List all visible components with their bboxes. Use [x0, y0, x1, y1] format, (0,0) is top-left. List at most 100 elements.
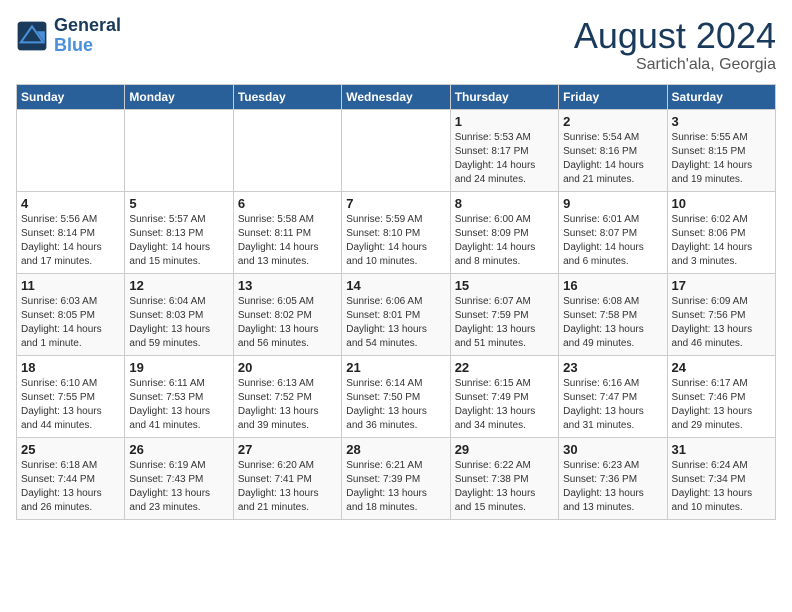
calendar-cell: 20Sunrise: 6:13 AM Sunset: 7:52 PM Dayli… — [233, 355, 341, 437]
day-info: Sunrise: 6:19 AM Sunset: 7:43 PM Dayligh… — [129, 459, 228, 515]
day-number: 21 — [346, 360, 445, 375]
day-info: Sunrise: 5:53 AM Sunset: 8:17 PM Dayligh… — [455, 131, 554, 187]
day-info: Sunrise: 6:14 AM Sunset: 7:50 PM Dayligh… — [346, 377, 445, 433]
calendar-body: 1 Sunrise: 5:53 AM Sunset: 8:17 PM Daylig… — [17, 109, 776, 519]
day-info: Sunrise: 5:54 AM Sunset: 8:16 PM Dayligh… — [563, 131, 662, 187]
calendar-cell: 26 Sunrise: 6:19 AM Sunset: 7:43 PM Dayli… — [125, 437, 233, 519]
calendar-week-3: 11Sunrise: 6:03 AM Sunset: 8:05 PM Dayli… — [17, 273, 776, 355]
calendar-cell: 18Sunrise: 6:10 AM Sunset: 7:55 PM Dayli… — [17, 355, 125, 437]
calendar-cell — [233, 109, 341, 191]
weekday-row: SundayMondayTuesdayWednesdayThursdayFrid… — [17, 84, 776, 109]
calendar-cell: 5 Sunrise: 5:57 AM Sunset: 8:13 PM Daylig… — [125, 191, 233, 273]
day-number: 23 — [563, 360, 662, 375]
day-info: Sunrise: 6:09 AM Sunset: 7:56 PM Dayligh… — [672, 295, 771, 351]
day-number: 27 — [238, 442, 337, 457]
calendar-cell: 12 Sunrise: 6:04 AM Sunset: 8:03 PM Dayli… — [125, 273, 233, 355]
day-info: Sunrise: 6:24 AM Sunset: 7:34 PM Dayligh… — [672, 459, 771, 515]
calendar-header: SundayMondayTuesdayWednesdayThursdayFrid… — [17, 84, 776, 109]
day-number: 29 — [455, 442, 554, 457]
day-number: 9 — [563, 196, 662, 211]
day-info: Sunrise: 5:56 AM Sunset: 8:14 PM Dayligh… — [21, 213, 120, 269]
day-info: Sunrise: 6:18 AM Sunset: 7:44 PM Dayligh… — [21, 459, 120, 515]
calendar-cell: 15 Sunrise: 6:07 AM Sunset: 7:59 PM Dayli… — [450, 273, 558, 355]
day-number: 17 — [672, 278, 771, 293]
calendar-cell: 16 Sunrise: 6:08 AM Sunset: 7:58 PM Dayli… — [559, 273, 667, 355]
calendar-cell: 6 Sunrise: 5:58 AM Sunset: 8:11 PM Daylig… — [233, 191, 341, 273]
calendar-cell: 27 Sunrise: 6:20 AM Sunset: 7:41 PM Dayli… — [233, 437, 341, 519]
weekday-header-friday: Friday — [559, 84, 667, 109]
day-info: Sunrise: 5:57 AM Sunset: 8:13 PM Dayligh… — [129, 213, 228, 269]
day-number: 22 — [455, 360, 554, 375]
day-number: 12 — [129, 278, 228, 293]
calendar-cell: 1 Sunrise: 5:53 AM Sunset: 8:17 PM Daylig… — [450, 109, 558, 191]
day-info: Sunrise: 6:02 AM Sunset: 8:06 PM Dayligh… — [672, 213, 771, 269]
day-info: Sunrise: 6:00 AM Sunset: 8:09 PM Dayligh… — [455, 213, 554, 269]
calendar-cell — [17, 109, 125, 191]
calendar-cell — [125, 109, 233, 191]
day-info: Sunrise: 6:10 AM Sunset: 7:55 PM Dayligh… — [21, 377, 120, 433]
day-info: Sunrise: 6:08 AM Sunset: 7:58 PM Dayligh… — [563, 295, 662, 351]
day-number: 16 — [563, 278, 662, 293]
calendar-cell: 24 Sunrise: 6:17 AM Sunset: 7:46 PM Dayli… — [667, 355, 775, 437]
calendar-week-5: 25Sunrise: 6:18 AM Sunset: 7:44 PM Dayli… — [17, 437, 776, 519]
day-info: Sunrise: 6:17 AM Sunset: 7:46 PM Dayligh… — [672, 377, 771, 433]
logo: General Blue — [16, 16, 121, 56]
calendar-table: SundayMondayTuesdayWednesdayThursdayFrid… — [16, 84, 776, 520]
calendar-cell: 31 Sunrise: 6:24 AM Sunset: 7:34 PM Dayli… — [667, 437, 775, 519]
calendar-week-1: 1 Sunrise: 5:53 AM Sunset: 8:17 PM Daylig… — [17, 109, 776, 191]
calendar-week-2: 4Sunrise: 5:56 AM Sunset: 8:14 PM Daylig… — [17, 191, 776, 273]
calendar-cell: 25Sunrise: 6:18 AM Sunset: 7:44 PM Dayli… — [17, 437, 125, 519]
day-number: 31 — [672, 442, 771, 457]
calendar-cell: 13 Sunrise: 6:05 AM Sunset: 8:02 PM Dayli… — [233, 273, 341, 355]
calendar-cell: 14 Sunrise: 6:06 AM Sunset: 8:01 PM Dayli… — [342, 273, 450, 355]
calendar-cell: 8 Sunrise: 6:00 AM Sunset: 8:09 PM Daylig… — [450, 191, 558, 273]
calendar-cell: 30 Sunrise: 6:23 AM Sunset: 7:36 PM Dayli… — [559, 437, 667, 519]
month-title: August 2024 — [574, 16, 776, 56]
day-info: Sunrise: 6:13 AM Sunset: 7:52 PM Dayligh… — [238, 377, 337, 433]
day-info: Sunrise: 6:23 AM Sunset: 7:36 PM Dayligh… — [563, 459, 662, 515]
day-info: Sunrise: 6:07 AM Sunset: 7:59 PM Dayligh… — [455, 295, 554, 351]
day-number: 15 — [455, 278, 554, 293]
calendar-cell: 2 Sunrise: 5:54 AM Sunset: 8:16 PM Daylig… — [559, 109, 667, 191]
day-number: 13 — [238, 278, 337, 293]
weekday-header-thursday: Thursday — [450, 84, 558, 109]
calendar-cell: 29Sunrise: 6:22 AM Sunset: 7:38 PM Dayli… — [450, 437, 558, 519]
calendar-cell: 10 Sunrise: 6:02 AM Sunset: 8:06 PM Dayli… — [667, 191, 775, 273]
day-number: 26 — [129, 442, 228, 457]
page-header: General Blue August 2024 Sartich'ala, Ge… — [16, 16, 776, 74]
day-number: 1 — [455, 114, 554, 129]
day-info: Sunrise: 6:06 AM Sunset: 8:01 PM Dayligh… — [346, 295, 445, 351]
calendar-cell: 9Sunrise: 6:01 AM Sunset: 8:07 PM Daylig… — [559, 191, 667, 273]
day-number: 19 — [129, 360, 228, 375]
calendar-cell — [342, 109, 450, 191]
day-info: Sunrise: 5:58 AM Sunset: 8:11 PM Dayligh… — [238, 213, 337, 269]
day-number: 8 — [455, 196, 554, 211]
day-number: 24 — [672, 360, 771, 375]
day-info: Sunrise: 5:59 AM Sunset: 8:10 PM Dayligh… — [346, 213, 445, 269]
day-info: Sunrise: 6:04 AM Sunset: 8:03 PM Dayligh… — [129, 295, 228, 351]
day-info: Sunrise: 6:21 AM Sunset: 7:39 PM Dayligh… — [346, 459, 445, 515]
day-info: Sunrise: 5:55 AM Sunset: 8:15 PM Dayligh… — [672, 131, 771, 187]
day-number: 3 — [672, 114, 771, 129]
day-number: 6 — [238, 196, 337, 211]
calendar-cell: 21 Sunrise: 6:14 AM Sunset: 7:50 PM Dayli… — [342, 355, 450, 437]
location-subtitle: Sartich'ala, Georgia — [574, 56, 776, 74]
day-number: 30 — [563, 442, 662, 457]
day-number: 14 — [346, 278, 445, 293]
calendar-week-4: 18Sunrise: 6:10 AM Sunset: 7:55 PM Dayli… — [17, 355, 776, 437]
day-info: Sunrise: 6:20 AM Sunset: 7:41 PM Dayligh… — [238, 459, 337, 515]
calendar-cell: 3 Sunrise: 5:55 AM Sunset: 8:15 PM Daylig… — [667, 109, 775, 191]
day-number: 11 — [21, 278, 120, 293]
logo-line1: General — [54, 16, 121, 36]
calendar-cell: 19Sunrise: 6:11 AM Sunset: 7:53 PM Dayli… — [125, 355, 233, 437]
calendar-cell: 17 Sunrise: 6:09 AM Sunset: 7:56 PM Dayli… — [667, 273, 775, 355]
weekday-header-saturday: Saturday — [667, 84, 775, 109]
day-info: Sunrise: 6:15 AM Sunset: 7:49 PM Dayligh… — [455, 377, 554, 433]
day-info: Sunrise: 6:05 AM Sunset: 8:02 PM Dayligh… — [238, 295, 337, 351]
day-number: 5 — [129, 196, 228, 211]
day-info: Sunrise: 6:16 AM Sunset: 7:47 PM Dayligh… — [563, 377, 662, 433]
calendar-cell: 4Sunrise: 5:56 AM Sunset: 8:14 PM Daylig… — [17, 191, 125, 273]
day-number: 10 — [672, 196, 771, 211]
weekday-header-sunday: Sunday — [17, 84, 125, 109]
day-number: 2 — [563, 114, 662, 129]
